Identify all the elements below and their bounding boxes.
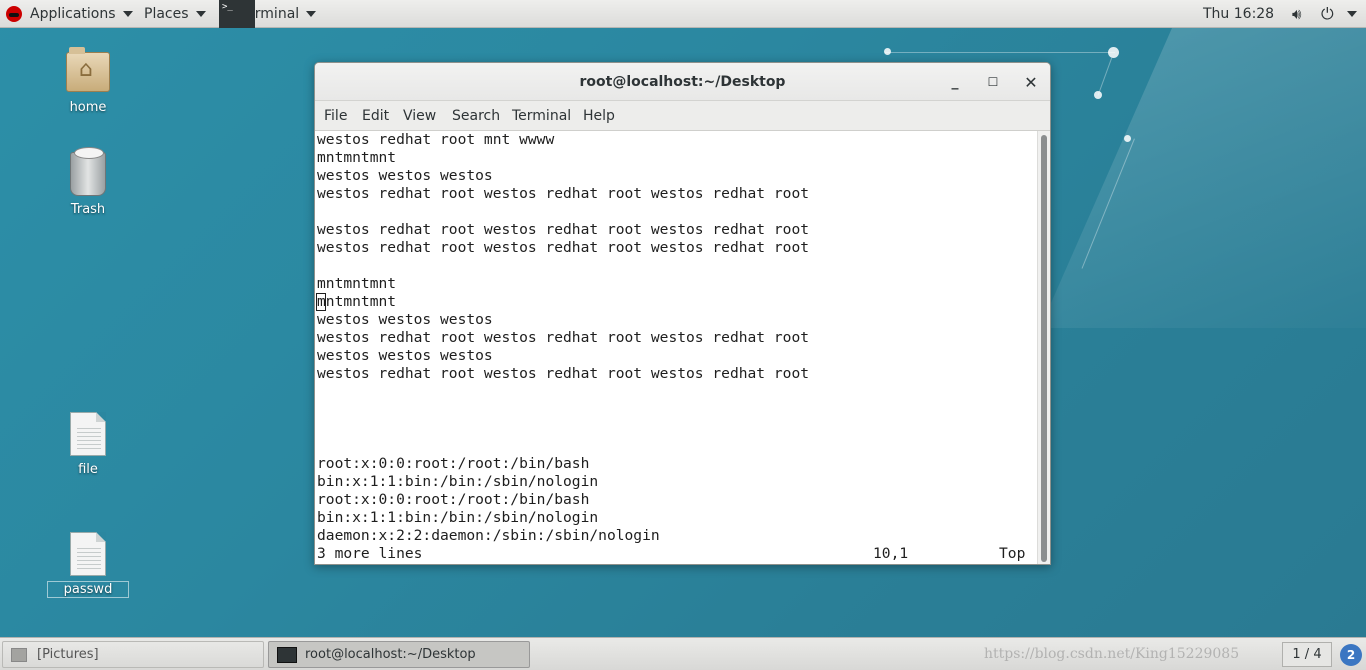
desktop-icon-home[interactable]: home <box>48 47 128 115</box>
document-icon <box>70 532 106 576</box>
applications-label: Applications <box>30 6 116 22</box>
wallpaper-light-shape <box>1040 28 1366 328</box>
chevron-down-icon <box>1347 11 1357 17</box>
volume-icon[interactable]: 🔊︎ <box>1292 0 1301 28</box>
terminal-line: westos redhat root westos redhat root we… <box>317 329 810 346</box>
chevron-down-icon <box>306 11 317 17</box>
terminal-line: root:x:0:0:root:/root:/bin/bash <box>317 455 590 472</box>
document-lines <box>77 545 101 569</box>
menu-edit[interactable]: Edit <box>362 101 389 131</box>
terminal-output[interactable]: westos redhat root mnt wwww mntmntmnt we… <box>315 131 1037 564</box>
desktop-icon-file[interactable]: file <box>48 412 128 477</box>
window-icon <box>11 647 27 662</box>
system-menu-caret[interactable] <box>1340 0 1357 28</box>
terminal-line: westos westos westos <box>317 311 493 328</box>
menu-view[interactable]: View <box>403 101 436 131</box>
menu-bar: File Edit View Search Terminal Help <box>315 101 1050 131</box>
home-folder-icon <box>66 47 110 92</box>
wallpaper-dot <box>1094 91 1102 99</box>
taskbar-item-label: root@localhost:~/Desktop <box>305 647 476 662</box>
scrollbar-thumb[interactable] <box>1041 135 1047 562</box>
terminal-line: westos redhat root westos redhat root we… <box>317 239 810 256</box>
power-icon[interactable]: ⏻ <box>1321 0 1334 28</box>
wallpaper-dot <box>1124 135 1131 142</box>
wallpaper-line <box>1097 57 1113 96</box>
desktop-icon-label: home <box>69 100 107 115</box>
terminal-line: mntmntmnt <box>317 293 397 310</box>
terminal-line: root:x:0:0:root:/root:/bin/bash <box>317 491 590 508</box>
terminal-line: mntmntmnt <box>317 149 397 166</box>
terminal-line: mntmntmnt <box>317 275 397 292</box>
terminal-line: westos westos westos <box>317 167 493 184</box>
menu-terminal[interactable]: Terminal <box>512 101 571 131</box>
terminal-window: root@localhost:~/Desktop _ ☐ ✕ File Edit… <box>314 62 1051 565</box>
maximize-button[interactable]: ☐ <box>983 72 1003 92</box>
desktop-icon-trash[interactable]: Trash <box>48 147 128 217</box>
terminal-app-menu[interactable]: Terminal <box>219 0 317 28</box>
terminal-line: westos redhat root mnt wwww <box>317 131 555 148</box>
minimize-button[interactable]: _ <box>945 72 965 92</box>
menu-help[interactable]: Help <box>583 101 615 131</box>
text-cursor <box>316 293 326 311</box>
terminal-line: bin:x:1:1:bin:/bin:/sbin/nologin <box>317 473 599 490</box>
desktop-icon-label: Trash <box>70 202 106 217</box>
wallpaper-line <box>1081 138 1135 269</box>
wallpaper-dot <box>884 48 891 55</box>
scroll-position: Top <box>999 545 1026 562</box>
terminal-line: bin:x:1:1:bin:/bin:/sbin/nologin <box>317 509 599 526</box>
taskbar-item-label: [Pictures] <box>37 647 99 662</box>
chevron-down-icon <box>122 11 133 17</box>
places-menu[interactable]: Places <box>144 0 206 28</box>
wallpaper-line <box>885 52 1115 53</box>
top-panel: Applications Places Terminal Thu 16:28 🔊… <box>0 0 1366 28</box>
terminal-icon <box>277 646 297 663</box>
notification-badge[interactable]: 2 <box>1340 644 1362 666</box>
close-button[interactable]: ✕ <box>1021 72 1041 92</box>
terminal-line: westos redhat root westos redhat root we… <box>317 221 810 238</box>
terminal-scrollbar[interactable] <box>1037 131 1050 564</box>
document-lines <box>77 425 101 449</box>
taskbar-item-pictures[interactable]: [Pictures] <box>2 641 264 668</box>
wallpaper-dot <box>1108 47 1119 58</box>
desktop-icon-passwd[interactable]: passwd <box>47 532 129 598</box>
document-icon <box>70 412 106 456</box>
terminal-line: daemon:x:2:2:daemon:/sbin:/sbin/nologin <box>317 527 660 544</box>
terminal-line: westos westos westos <box>317 347 493 364</box>
workspace-switcher[interactable]: 1 / 4 <box>1282 642 1332 667</box>
desktop-icon-label: file <box>78 462 98 477</box>
places-label: Places <box>144 6 189 22</box>
watermark: https://blog.csdn.net/King15229085 <box>984 646 1240 662</box>
taskbar-item-terminal[interactable]: root@localhost:~/Desktop <box>268 641 530 668</box>
status-message: 3 more lines <box>317 545 423 562</box>
desktop-icon-label: passwd <box>47 581 129 598</box>
menu-search[interactable]: Search <box>452 101 500 131</box>
redhat-logo-icon <box>6 6 22 22</box>
terminal-line: westos redhat root westos redhat root we… <box>317 185 810 202</box>
menu-file[interactable]: File <box>324 101 347 131</box>
clock[interactable]: Thu 16:28 <box>1203 0 1274 28</box>
window-title: root@localhost:~/Desktop <box>579 74 786 90</box>
bottom-panel: [Pictures] root@localhost:~/Desktop http… <box>0 637 1366 670</box>
applications-menu[interactable]: Applications <box>6 0 133 28</box>
chevron-down-icon <box>195 11 206 17</box>
trash-icon <box>70 147 106 196</box>
terminal-line: westos redhat root westos redhat root we… <box>317 365 810 382</box>
window-titlebar[interactable]: root@localhost:~/Desktop _ ☐ ✕ <box>315 63 1050 101</box>
cursor-position: 10,1 <box>873 545 909 562</box>
clock-label: Thu 16:28 <box>1203 6 1275 22</box>
terminal-icon <box>219 0 255 28</box>
